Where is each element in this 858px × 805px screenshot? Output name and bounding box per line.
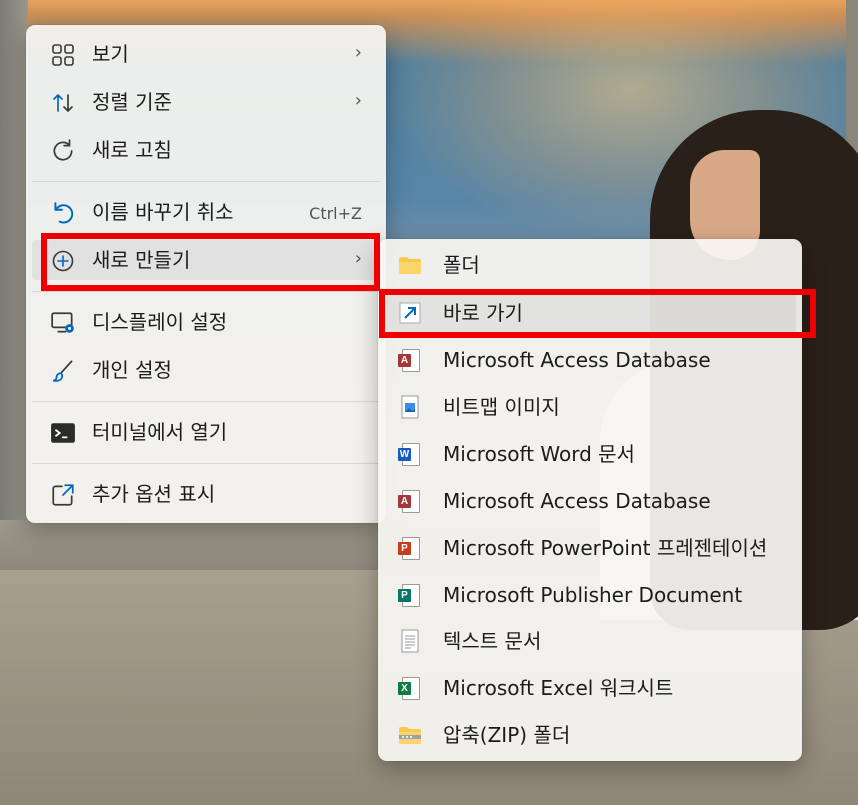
shortcut-arrow-icon xyxy=(398,301,422,325)
submenu-item-access-database-2[interactable]: A Microsoft Access Database xyxy=(384,481,796,521)
shortcut-text: Ctrl+Z xyxy=(309,204,362,223)
submenu-item-label: Microsoft Publisher Document xyxy=(443,583,743,607)
submenu-item-label: Microsoft Word 문서 xyxy=(443,442,635,466)
access-icon: A xyxy=(398,489,422,513)
submenu-item-publisher[interactable]: P Microsoft Publisher Document xyxy=(384,575,796,615)
menu-item-label: 보기 xyxy=(92,42,129,66)
menu-item-show-more-options[interactable]: 추가 옵션 표시 xyxy=(32,474,380,514)
menu-separator xyxy=(32,401,380,402)
menu-item-label: 이름 바꾸기 취소 xyxy=(92,200,234,224)
desktop-context-menu: 보기 › 정렬 기준 › 새로 고침 이름 바꾸기 취소 Ctrl+Z 새로 만… xyxy=(26,25,386,523)
submenu-item-powerpoint[interactable]: P Microsoft PowerPoint 프레젠테이션 xyxy=(384,528,796,568)
submenu-item-label: 비트맵 이미지 xyxy=(443,395,560,419)
new-submenu: 폴더 바로 가기 A Microsoft Access Database 비트맵… xyxy=(378,239,802,761)
menu-item-label: 개인 설정 xyxy=(92,358,172,382)
publisher-icon: P xyxy=(398,583,422,607)
submenu-item-access-database[interactable]: A Microsoft Access Database xyxy=(384,340,796,380)
menu-item-label: 새로 만들기 xyxy=(92,248,191,272)
refresh-icon xyxy=(50,138,76,164)
menu-item-open-in-terminal[interactable]: 터미널에서 열기 xyxy=(32,412,380,452)
chevron-right-icon: › xyxy=(354,42,362,63)
excel-icon: X xyxy=(398,676,422,700)
submenu-item-label: Microsoft Access Database xyxy=(443,348,711,372)
submenu-item-label: Microsoft PowerPoint 프레젠테이션 xyxy=(443,536,768,560)
submenu-item-zip-folder[interactable]: 압축(ZIP) 폴더 xyxy=(384,715,796,755)
menu-item-label: 디스플레이 설정 xyxy=(92,310,228,334)
bitmap-icon xyxy=(398,395,422,419)
menu-item-label: 추가 옵션 표시 xyxy=(92,482,216,506)
text-document-icon xyxy=(398,629,422,653)
menu-item-personalize[interactable]: 개인 설정 xyxy=(32,350,380,390)
submenu-item-excel-worksheet[interactable]: X Microsoft Excel 워크시트 xyxy=(384,668,796,708)
brush-icon xyxy=(50,358,76,384)
access-icon: A xyxy=(398,348,422,372)
submenu-item-label: Microsoft Excel 워크시트 xyxy=(443,676,674,700)
powerpoint-icon: P xyxy=(398,536,422,560)
submenu-item-text-document[interactable]: 텍스트 문서 xyxy=(384,621,796,661)
menu-item-label: 터미널에서 열기 xyxy=(92,420,228,444)
menu-item-new[interactable]: 새로 만들기 › xyxy=(32,240,380,280)
undo-icon xyxy=(50,200,76,226)
submenu-item-label: 바로 가기 xyxy=(443,301,523,325)
submenu-item-folder[interactable]: 폴더 xyxy=(384,245,796,285)
chevron-right-icon: › xyxy=(354,248,362,269)
menu-separator xyxy=(32,291,380,292)
chevron-right-icon: › xyxy=(354,90,362,111)
terminal-icon xyxy=(50,420,76,446)
word-icon: W xyxy=(398,442,422,466)
submenu-item-label: 압축(ZIP) 폴더 xyxy=(443,723,571,747)
submenu-item-label: 폴더 xyxy=(443,253,480,277)
menu-item-label: 새로 고침 xyxy=(92,138,172,162)
menu-separator xyxy=(32,181,380,182)
submenu-item-bitmap-image[interactable]: 비트맵 이미지 xyxy=(384,387,796,427)
menu-separator xyxy=(32,463,380,464)
menu-item-label: 정렬 기준 xyxy=(92,90,172,114)
menu-item-display-settings[interactable]: 디스플레이 설정 xyxy=(32,302,380,342)
zip-folder-icon xyxy=(398,723,422,747)
new-plus-icon xyxy=(50,248,76,274)
display-settings-icon xyxy=(50,310,76,336)
menu-item-refresh[interactable]: 새로 고침 xyxy=(32,130,380,170)
more-options-icon xyxy=(50,482,76,508)
submenu-item-shortcut[interactable]: 바로 가기 xyxy=(384,293,796,333)
folder-icon xyxy=(398,253,422,277)
submenu-item-label: 텍스트 문서 xyxy=(443,629,542,653)
view-grid-icon xyxy=(50,42,76,68)
submenu-item-word-document[interactable]: W Microsoft Word 문서 xyxy=(384,434,796,474)
menu-item-view[interactable]: 보기 › xyxy=(32,34,380,74)
sort-icon xyxy=(50,90,76,116)
submenu-item-label: Microsoft Access Database xyxy=(443,489,711,513)
menu-item-sort-by[interactable]: 정렬 기준 › xyxy=(32,82,380,122)
menu-item-undo-rename[interactable]: 이름 바꾸기 취소 Ctrl+Z xyxy=(32,192,380,232)
